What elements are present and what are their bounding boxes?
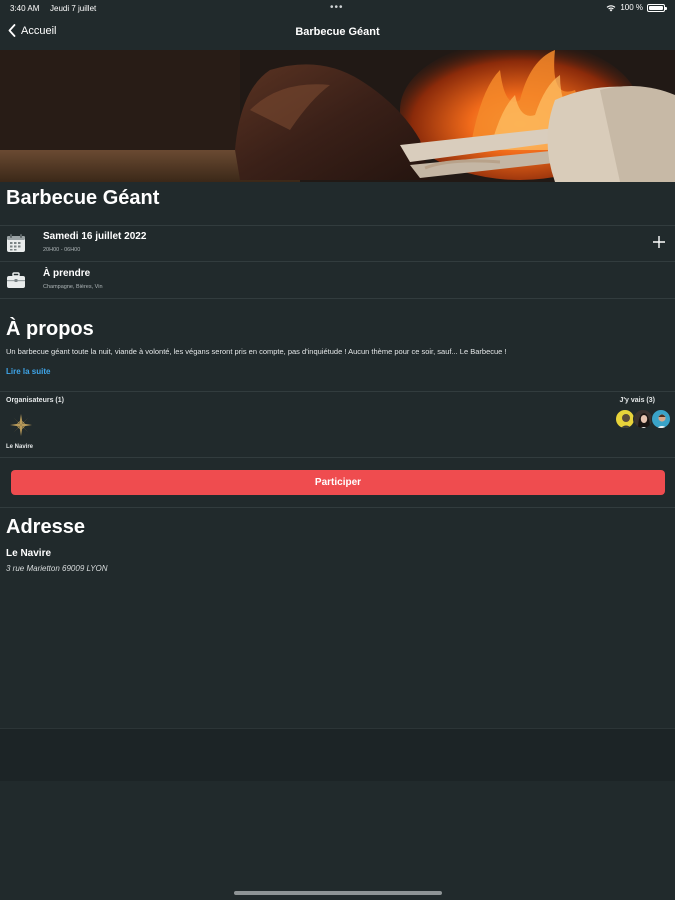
plus-icon <box>653 236 665 248</box>
avatar[interactable] <box>651 409 671 429</box>
status-time: 3:40 AM <box>10 4 40 13</box>
address-name: Le Navire <box>6 548 52 559</box>
organizers-label: Organisateurs (1) <box>6 397 64 404</box>
event-title: Barbecue Géant <box>6 187 160 209</box>
status-right: 100 % <box>606 3 667 12</box>
bottom-panel <box>0 728 675 781</box>
nav-bar: Accueil Barbecue Géant <box>0 16 675 50</box>
wifi-icon <box>606 4 616 11</box>
add-to-calendar-button[interactable] <box>653 233 665 251</box>
date-row[interactable]: Samedi 16 juillet 2022 20H00 - 06H00 <box>0 225 675 261</box>
bring-row: À prendre Champagne, Bières, Vin <box>0 262 675 298</box>
avatar[interactable] <box>615 409 635 429</box>
divider <box>0 457 675 458</box>
event-time-range: 20H00 - 06H00 <box>43 247 81 253</box>
address-street[interactable]: 3 rue Marietton 69009 LYON <box>6 564 108 573</box>
bring-label: À prendre <box>43 268 91 279</box>
participate-button[interactable]: Participer <box>11 470 665 495</box>
about-text: Un barbecue géant toute la nuit, viande … <box>6 347 507 356</box>
divider <box>0 298 675 299</box>
multitasking-dots[interactable]: ••• <box>330 2 344 13</box>
event-date: Samedi 16 juillet 2022 <box>43 231 147 242</box>
home-indicator[interactable] <box>234 891 442 895</box>
read-more-link[interactable]: Lire la suite <box>6 367 50 376</box>
bring-items: Champagne, Bières, Vin <box>43 284 103 290</box>
hero-illustration <box>0 50 675 182</box>
attendees-label: J'y vais (3) <box>619 397 655 404</box>
attendee-avatars[interactable] <box>615 409 671 429</box>
briefcase-icon <box>7 272 25 288</box>
compass-rose-icon[interactable] <box>10 414 32 436</box>
status-date: Jeudi 7 juillet <box>50 4 97 13</box>
calendar-icon <box>7 234 25 252</box>
avatar-image <box>657 414 667 428</box>
divider <box>0 391 675 392</box>
avatar[interactable] <box>633 409 653 429</box>
battery-fill <box>649 5 663 10</box>
nav-title: Barbecue Géant <box>295 26 380 38</box>
battery-icon <box>647 3 667 12</box>
hero-image <box>0 50 675 182</box>
divider <box>0 507 675 508</box>
status-bar: 3:40 AM Jeudi 7 juillet ••• 100 % <box>0 0 675 16</box>
organizer-name: Le Navire <box>6 444 34 450</box>
battery-percent: 100 % <box>620 3 643 12</box>
address-title: Adresse <box>6 516 85 538</box>
about-title: À propos <box>6 318 94 340</box>
